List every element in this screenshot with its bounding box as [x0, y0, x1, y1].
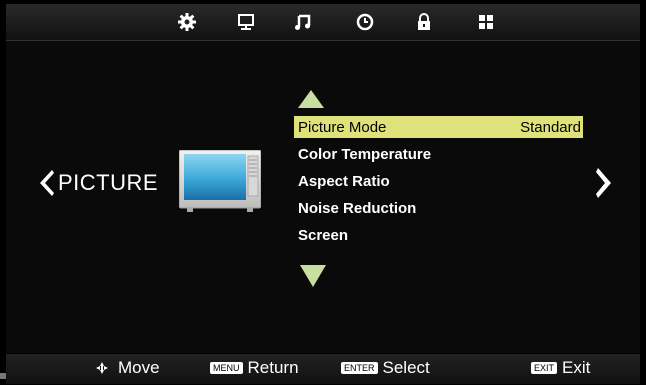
- lock-icon[interactable]: [410, 9, 438, 35]
- select-hint-label: Select: [382, 358, 430, 377]
- exit-hint-label: Exit: [562, 358, 591, 377]
- menu-item-screen[interactable]: Screen: [294, 224, 583, 246]
- top-tab-bar: [6, 4, 640, 41]
- return-hint: MENU Return: [210, 358, 299, 378]
- music-note-icon[interactable]: [289, 9, 317, 35]
- page-title: PICTURE: [58, 170, 159, 195]
- menu-item-label: Screen: [298, 226, 349, 244]
- menu-item-picture-mode[interactable]: Picture Mode Standard: [294, 116, 583, 138]
- menu-item-label: Noise Reduction: [298, 199, 417, 217]
- menu-item-label: Picture Mode: [298, 118, 387, 136]
- chevron-right-icon[interactable]: [594, 166, 614, 200]
- scroll-down-arrow-icon[interactable]: [299, 264, 327, 288]
- exit-hint: EXIT Exit: [531, 358, 590, 378]
- exit-key-badge: EXIT: [531, 362, 558, 374]
- menu-item-color-temperature[interactable]: Color Temperature: [294, 143, 583, 165]
- move-hint: Move: [94, 358, 160, 378]
- enter-key-badge: ENTER: [341, 362, 378, 374]
- menu-item-noise-reduction[interactable]: Noise Reduction: [294, 197, 583, 219]
- corner-mark: [0, 373, 6, 379]
- gear-icon[interactable]: [173, 9, 201, 35]
- scroll-up-arrow-icon[interactable]: [297, 89, 325, 109]
- tv-illustration: [179, 150, 261, 212]
- menu-item-value: Standard: [520, 118, 581, 136]
- menu-item-label: Color Temperature: [298, 145, 432, 163]
- tv-osd-screen: PICTURE Picture Mode Standard Color Temp…: [0, 0, 646, 385]
- hint-bar: Move MENU Return ENTER Select EXIT Exit: [6, 354, 640, 384]
- monitor-icon[interactable]: [232, 9, 260, 35]
- move-arrows-icon: [96, 362, 108, 374]
- chevron-left-icon[interactable]: [36, 168, 56, 198]
- return-hint-label: Return: [247, 358, 299, 377]
- grid-icon[interactable]: [472, 9, 500, 35]
- clock-icon[interactable]: [351, 9, 379, 35]
- select-hint: ENTER Select: [341, 358, 430, 378]
- menu-key-badge: MENU: [210, 362, 243, 374]
- menu-item-label: Aspect Ratio: [298, 172, 390, 190]
- move-hint-label: Move: [118, 358, 160, 377]
- picture-menu-list: Picture Mode Standard Color Temperature …: [294, 116, 583, 251]
- menu-item-aspect-ratio[interactable]: Aspect Ratio: [294, 170, 583, 192]
